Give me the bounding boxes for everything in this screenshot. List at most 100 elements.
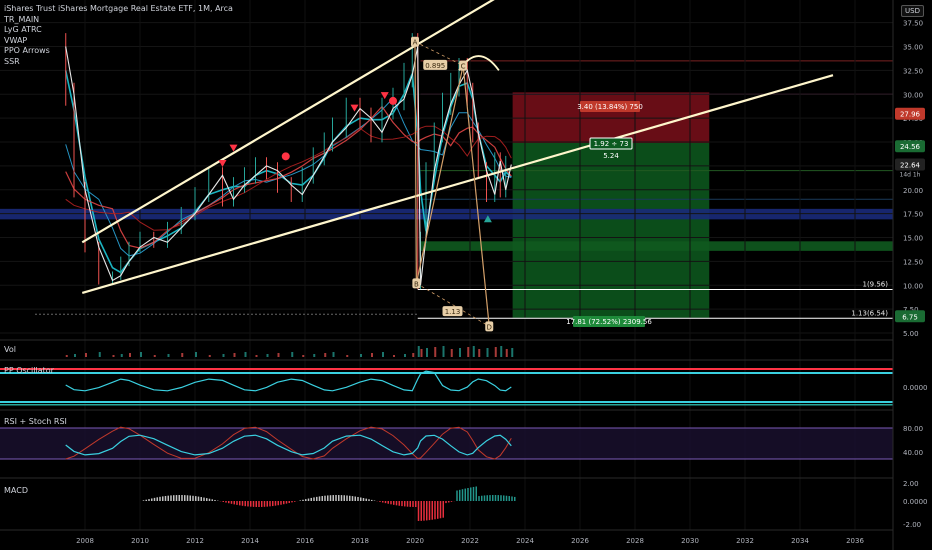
volume-bar xyxy=(486,348,489,357)
volume-bar xyxy=(98,352,101,357)
volume-bar xyxy=(74,354,76,357)
rsi-pane-label[interactable]: RSI + Stoch RSI xyxy=(4,417,67,426)
volume-bar xyxy=(129,353,131,357)
x-tick-label: 2018 xyxy=(351,537,369,545)
pattern-point-label: D xyxy=(487,323,492,331)
volume-bar xyxy=(65,355,68,357)
volume-bar xyxy=(494,347,497,357)
indicator-vwap[interactable]: VWAP xyxy=(4,36,233,47)
macd-histogram-bar xyxy=(277,501,279,506)
macd-histogram-bar xyxy=(159,496,161,501)
macd-histogram-bar xyxy=(437,501,439,519)
macd-histogram-bar xyxy=(329,495,332,501)
macd-histogram-bar xyxy=(263,501,266,507)
macd-histogram-bar xyxy=(483,495,486,501)
macd-histogram-bar xyxy=(225,501,227,503)
volume-bar xyxy=(167,354,170,357)
volume-bar xyxy=(208,355,211,357)
macd-histogram-bar xyxy=(178,495,180,501)
volume-bar xyxy=(500,346,503,357)
volume-bar xyxy=(505,349,508,357)
volume-bar xyxy=(291,352,294,357)
macd-histogram-bar xyxy=(233,501,235,505)
macd-histogram-bar xyxy=(310,497,312,501)
ppo-pane-label[interactable]: PP Oscillator xyxy=(4,366,54,375)
y-tick-label: 5.00 xyxy=(903,330,919,338)
macd-histogram-bar xyxy=(162,496,164,501)
x-tick-label: 2010 xyxy=(131,537,149,545)
macd-histogram-bar xyxy=(239,501,241,506)
indicator-lyg-atrc[interactable]: LyG ATRC xyxy=(4,25,233,36)
macd-histogram-bar xyxy=(145,499,147,501)
macd-histogram-bar xyxy=(428,501,431,521)
macd-histogram-bar xyxy=(316,496,318,501)
ppo-dot-marker xyxy=(389,96,397,105)
macd-histogram-bar xyxy=(200,497,202,501)
macd-pane-label[interactable]: MACD xyxy=(4,486,28,495)
macd-histogram-bar xyxy=(189,495,191,501)
indicator-ssr[interactable]: SSR xyxy=(4,57,233,68)
volume-bar xyxy=(140,352,142,357)
ppo-upper-band xyxy=(0,368,893,370)
macd-histogram-bar xyxy=(291,501,293,503)
macd-histogram-bar xyxy=(247,501,249,507)
macd-histogram-bar xyxy=(514,496,516,501)
rsi-y-tick-40: 40.00 xyxy=(903,449,923,457)
macd-histogram-bar xyxy=(387,501,389,504)
macd-histogram-bar xyxy=(492,495,494,501)
ppo-lower-band xyxy=(0,401,893,403)
volume-bar xyxy=(511,348,514,357)
indicator-ppo-arrows[interactable]: PPO Arrows xyxy=(4,46,233,57)
y-tick-label: 20.00 xyxy=(903,187,923,195)
volume-bar xyxy=(404,354,406,357)
macd-histogram-bar xyxy=(170,495,172,501)
macd-histogram-bar xyxy=(288,501,290,504)
macd-histogram-bar xyxy=(360,497,362,501)
volume-bar xyxy=(302,355,305,357)
macd-histogram-bar xyxy=(467,487,469,501)
macd-histogram-bar xyxy=(258,501,260,507)
volume-bar xyxy=(450,349,453,357)
macd-histogram-bar xyxy=(206,498,208,501)
macd-histogram-bar xyxy=(415,501,417,507)
macd-histogram-bar xyxy=(321,496,323,501)
macd-histogram-bar xyxy=(478,496,480,501)
macd-histogram-bar xyxy=(404,501,406,507)
macd-histogram-bar xyxy=(236,501,238,505)
volume-pane-label[interactable]: Vol xyxy=(4,345,16,354)
macd-histogram-bar xyxy=(470,487,472,501)
volume-bar xyxy=(313,354,316,357)
x-tick-label: 2028 xyxy=(626,537,644,545)
volume-bar xyxy=(85,353,87,357)
macd-histogram-bar xyxy=(299,500,301,501)
macd-histogram-bar xyxy=(401,501,403,507)
chart-canvas[interactable]: 1(9.56) 1.13(6.54) A B C D 0.895 1.13 3.40 (13.8… xyxy=(0,0,932,550)
volume-bar xyxy=(346,355,349,357)
macd-histogram-bar xyxy=(464,488,466,501)
macd-histogram-bar xyxy=(508,496,510,501)
currency-button[interactable]: USD xyxy=(901,5,924,17)
volume-bar xyxy=(244,352,247,357)
volume-bar xyxy=(222,354,225,357)
macd-histogram-bar xyxy=(398,501,400,506)
macd-histogram-bar xyxy=(261,501,263,507)
chart-title[interactable]: iShares Trust iShares Mortgage Real Esta… xyxy=(4,4,233,15)
macd-histogram-bar xyxy=(313,497,315,501)
x-tick-label: 2022 xyxy=(461,537,479,545)
x-tick-label: 2034 xyxy=(791,537,809,545)
macd-histogram-bar xyxy=(357,496,359,501)
volume-bar xyxy=(195,352,197,357)
macd-histogram-bar xyxy=(167,495,169,501)
macd-histogram-bar xyxy=(426,501,428,521)
volume-bar xyxy=(382,352,384,357)
x-tick-label: 2036 xyxy=(846,537,864,545)
position-reward-label: 17.81 (72.52%) 2309.56 xyxy=(566,318,652,326)
macd-histogram-bar xyxy=(431,501,433,520)
volume-bar xyxy=(233,353,236,357)
macd-histogram-bar xyxy=(184,495,186,501)
macd-histogram-bar xyxy=(486,495,488,501)
macd-histogram-bar xyxy=(307,498,310,501)
price-label-top: 27.96 xyxy=(900,111,921,119)
x-tick-label: 2024 xyxy=(516,537,534,545)
indicator-tr-main[interactable]: TR_MAIN xyxy=(4,15,233,26)
